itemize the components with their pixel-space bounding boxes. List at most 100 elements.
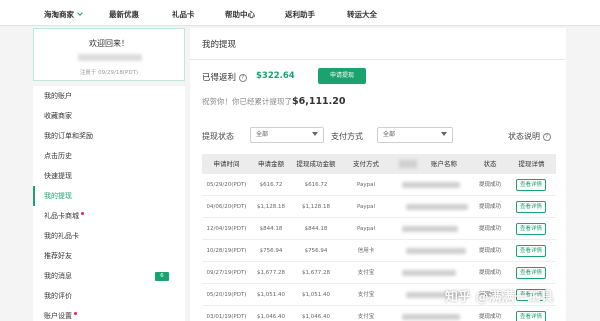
cell-success-amount: $844.18 bbox=[304, 226, 328, 232]
table-row: 04/06/20(PDT) $1,128.18 $1,128.18 Paypal 提现成… bbox=[202, 196, 556, 218]
sidebar-item-reviews[interactable]: 我的评价 bbox=[33, 286, 185, 306]
sidebar-item-messages[interactable]: 我的消息 6 bbox=[33, 266, 185, 286]
cell-method: Paypal bbox=[356, 204, 376, 210]
nav-item-deals[interactable]: 最新优惠 bbox=[109, 9, 139, 20]
sidebar-item-quick-withdraw[interactable]: 快速提现 bbox=[33, 166, 185, 186]
cell-success-amount: $1,046.40 bbox=[302, 314, 330, 320]
rebate-value: $322.64 bbox=[256, 71, 295, 81]
cell-date: 12/04/19(PDT) bbox=[206, 226, 247, 232]
view-detail-button[interactable]: 查看详情 bbox=[516, 267, 546, 279]
status-filter-label: 提现状态 bbox=[202, 132, 234, 141]
sidebar-item-referrals[interactable]: 推荐好友 bbox=[33, 246, 185, 266]
redacted-mask bbox=[399, 160, 417, 168]
table-header: 申请时间 申请金额 提现成功金额 支付方式 账户名称 状态 提现详情 bbox=[202, 154, 556, 174]
cell-status: 提现成功 bbox=[478, 204, 501, 210]
rebate-label: 已得返利 ? bbox=[202, 71, 247, 83]
nav-item-help[interactable]: 帮助中心 bbox=[225, 9, 255, 20]
view-detail-button[interactable]: 查看详情 bbox=[516, 311, 546, 321]
cell-status: 提现成功 bbox=[478, 314, 501, 320]
cell-method: 支付宝 bbox=[357, 292, 375, 298]
view-detail-button[interactable]: 查看详情 bbox=[516, 179, 546, 191]
table-row: 03/01/19(PDT) $1,046.40 $1,046.40 支付宝 提现成功 查看… bbox=[202, 306, 556, 321]
cell-method: 支付宝 bbox=[357, 270, 375, 276]
cell-status: 提现成功 bbox=[478, 182, 501, 188]
table-row: 12/04/19(PDT) $844.18 $844.18 Paypal 提现成功 查看详… bbox=[202, 218, 556, 240]
cell-success-amount: $1,677.28 bbox=[302, 270, 330, 276]
status-help-link[interactable]: 状态说明 ? bbox=[508, 131, 551, 142]
col-success: 提现成功金额 bbox=[296, 160, 336, 168]
nav-item-merchants[interactable]: 海淘商家 bbox=[44, 9, 83, 20]
cell-date: 10/28/19(PDT) bbox=[206, 248, 247, 254]
sidebar-item-click-history[interactable]: 点击历史 bbox=[33, 146, 185, 166]
sidebar-item-favorites[interactable]: 收藏商家 bbox=[33, 106, 185, 126]
table-row: 10/28/19(PDT) $756.94 $756.94 信用卡 提现成功 查看详情 bbox=[202, 240, 556, 262]
main-panel: 我的提现 已得返利 ? $322.64 申请提现 祝贺你！你已经累计提现了$6,… bbox=[190, 28, 566, 321]
top-nav: 海淘商家 最新优惠 礼品卡 帮助中心 返利助手 转运大全 bbox=[0, 0, 600, 26]
sidebar: 我的账户 收藏商家 我的订单和奖励 点击历史 快速提现 我的提现 礼品卡商城 我… bbox=[33, 86, 185, 321]
col-date: 申请时间 bbox=[213, 160, 240, 168]
cell-date: 05/20/19(PDT) bbox=[206, 292, 247, 298]
username-redacted bbox=[78, 54, 142, 61]
sidebar-item-my-giftcards[interactable]: 我的礼品卡 bbox=[33, 226, 185, 246]
table-row: 09/27/19(PDT) $1,677.28 $1,677.28 支付宝 提现成功 查看… bbox=[202, 262, 556, 284]
account-redacted bbox=[402, 270, 456, 276]
cell-amount: $1,677.28 bbox=[257, 270, 285, 276]
cell-amount: $756.94 bbox=[259, 248, 283, 254]
congrats-text: 祝贺你！你已经累计提现了$6,111.20 bbox=[202, 96, 346, 107]
col-account: 账户名称 bbox=[391, 154, 473, 174]
sidebar-item-giftcard-mall[interactable]: 礼品卡商城 bbox=[33, 206, 185, 226]
dropdown-arrow-icon bbox=[441, 132, 447, 136]
view-detail-button[interactable]: 查看详情 bbox=[516, 223, 546, 235]
cell-success-amount: $1,051.40 bbox=[302, 292, 330, 298]
cell-success-amount: $1,128.18 bbox=[302, 204, 330, 210]
page-title: 我的提现 bbox=[202, 40, 237, 50]
nav-item-rebate-assistant[interactable]: 返利助手 bbox=[285, 9, 315, 20]
cell-method: Paypal bbox=[356, 226, 376, 232]
cell-amount: $1,046.40 bbox=[257, 314, 285, 320]
watermark: 知乎 @满满一工具 bbox=[445, 290, 554, 305]
cell-date: 03/01/19(PDT) bbox=[206, 314, 247, 320]
new-dot-icon bbox=[74, 312, 77, 315]
help-icon[interactable]: ? bbox=[238, 73, 247, 82]
divider bbox=[190, 59, 566, 60]
cell-amount: $616.72 bbox=[259, 182, 283, 188]
cell-status: 提现成功 bbox=[478, 270, 501, 276]
table-row: 05/29/20(PDT) $616.72 $616.72 Paypal 提现成功 查看详… bbox=[202, 174, 556, 196]
account-redacted bbox=[402, 314, 460, 320]
cell-method: 信用卡 bbox=[357, 248, 375, 254]
cell-method: Paypal bbox=[356, 182, 376, 188]
account-redacted bbox=[402, 226, 458, 232]
nav-item-giftcards[interactable]: 礼品卡 bbox=[172, 9, 195, 20]
view-detail-button[interactable]: 查看详情 bbox=[516, 201, 546, 213]
welcome-card: 欢迎回来！ 注册于 09/29/18(PDT) bbox=[33, 28, 185, 81]
request-withdraw-button[interactable]: 申请提现 bbox=[318, 68, 366, 84]
welcome-title: 欢迎回来！ bbox=[89, 39, 129, 48]
view-detail-button[interactable]: 查看详情 bbox=[516, 245, 546, 257]
status-filter-select[interactable]: 全部 bbox=[250, 127, 324, 143]
dropdown-arrow-icon bbox=[312, 132, 318, 136]
method-filter-select[interactable]: 全部 bbox=[377, 127, 453, 143]
col-amount: 申请金额 bbox=[258, 160, 284, 168]
total-withdrawn: $6,111.20 bbox=[292, 96, 346, 107]
col-status: 状态 bbox=[483, 160, 497, 168]
cell-amount: $1,128.18 bbox=[257, 204, 285, 210]
sidebar-item-orders[interactable]: 我的订单和奖励 bbox=[33, 126, 185, 146]
registered-date: 注册于 09/29/18(PDT) bbox=[79, 70, 139, 76]
col-method: 支付方式 bbox=[353, 160, 379, 168]
help-icon: ? bbox=[542, 132, 551, 141]
cell-method: 支付宝 bbox=[357, 314, 375, 320]
sidebar-item-settings[interactable]: 账户设置 bbox=[33, 306, 185, 321]
cell-date: 09/27/19(PDT) bbox=[206, 270, 247, 276]
cell-date: 04/06/20(PDT) bbox=[206, 204, 247, 210]
sidebar-item-account[interactable]: 我的账户 bbox=[33, 86, 185, 106]
nav-item-forwarding[interactable]: 转运大全 bbox=[347, 9, 377, 20]
message-count-badge: 6 bbox=[155, 272, 169, 281]
account-redacted bbox=[406, 248, 466, 254]
new-dot-icon bbox=[81, 212, 84, 215]
cell-amount: $844.18 bbox=[259, 226, 283, 232]
method-filter-label: 支付方式 bbox=[331, 132, 363, 141]
col-detail: 提现详情 bbox=[518, 160, 545, 168]
account-redacted bbox=[402, 182, 460, 188]
sidebar-item-my-withdrawals[interactable]: 我的提现 bbox=[33, 186, 185, 206]
cell-success-amount: $756.94 bbox=[304, 248, 328, 254]
